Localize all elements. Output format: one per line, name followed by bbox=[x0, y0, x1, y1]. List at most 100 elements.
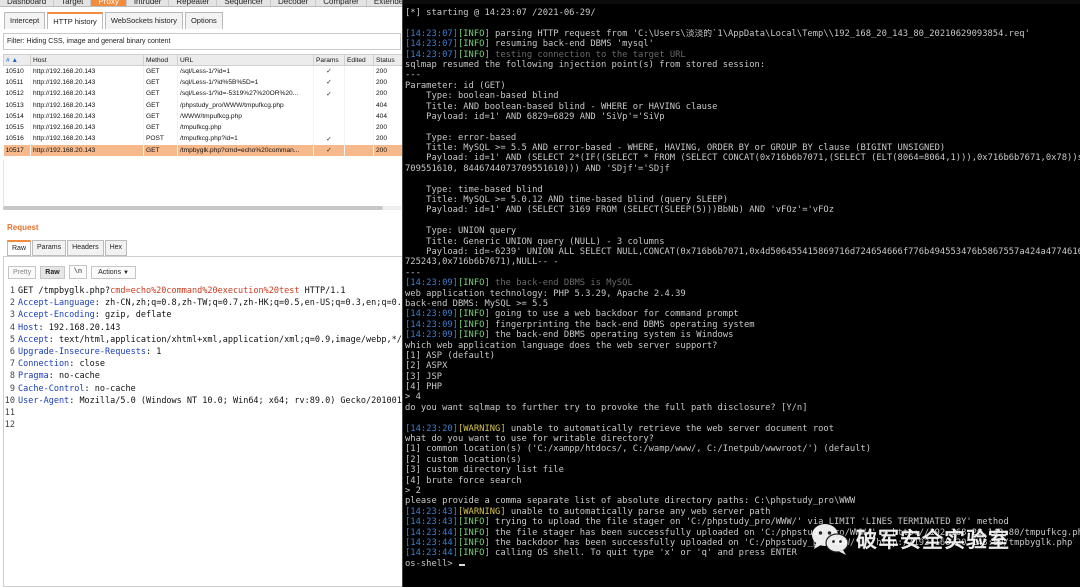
code-line: 8 Pragma: no-cache bbox=[4, 370, 402, 382]
table-row[interactable]: 10516 http://192.168.20.143 POST/tmpufkcg.… bbox=[3, 133, 402, 145]
log-text: Parameter: id (GET) bbox=[405, 80, 506, 91]
scrollbar-thumb[interactable] bbox=[3, 206, 383, 210]
column-header-edited[interactable]: Edited bbox=[344, 54, 374, 66]
newline-toggle-button[interactable]: \n bbox=[68, 265, 88, 279]
filter-bar[interactable]: Filter: Hiding CSS, image and general bi… bbox=[3, 33, 401, 50]
code-line: 9 Cache-Control: no-cache bbox=[4, 383, 402, 395]
request-tab-hex[interactable]: Hex bbox=[104, 240, 128, 256]
log-text: [1] ASP (default) bbox=[405, 350, 496, 361]
terminal-window[interactable]: [*] starting @ 14:23:07 /2021-06-29/ [14:… bbox=[403, 0, 1080, 587]
cell-url: /sql/Less-1/?id=1 bbox=[177, 65, 314, 77]
cell-url: /WWW/tmpufkcg.php bbox=[177, 110, 314, 122]
tab-http-history[interactable]: HTTP history bbox=[47, 12, 103, 29]
header-name: Accept bbox=[18, 334, 49, 345]
line-text: no-cache bbox=[94, 383, 136, 394]
log-text: do you want sqlmap to further try to pro… bbox=[405, 402, 808, 413]
log-text: Payload: id=1' AND (SELECT 2*(IF((SELECT… bbox=[405, 153, 1080, 164]
header-name: Accept-Encoding bbox=[18, 310, 95, 321]
log-text: Payload: id=1' AND (SELECT 3169 FROM (SE… bbox=[405, 205, 834, 216]
cell-method: GET bbox=[143, 88, 178, 100]
proxy-sub-tab-bar: Intercept HTTP history WebSockets history O… bbox=[4, 12, 225, 29]
terminal-line: [14:23:09][INFO] the back-end DBMS opera… bbox=[405, 330, 1080, 340]
table-row[interactable]: 10515 http://192.168.20.143 GET/tmpufkcg.p… bbox=[3, 121, 402, 134]
request-editor[interactable]: Pretty Raw \n Actions ▼ 1 GET /tmpbyglk.p… bbox=[3, 256, 402, 587]
request-panel-title: Request bbox=[7, 223, 39, 232]
tab-sequencer[interactable]: Sequencer bbox=[217, 0, 272, 6]
log-text: back-end DBMS: MySQL >= 5.5 bbox=[405, 298, 548, 309]
tab-dashboard[interactable]: Dashboard bbox=[0, 0, 55, 6]
line-number: 2 bbox=[9, 298, 15, 309]
table-row[interactable]: 10514 http://192.168.20.143 GET/WWW/tmpufk… bbox=[3, 110, 402, 122]
log-timestamp: [14:23:09] bbox=[405, 309, 458, 320]
actions-dropdown[interactable]: Actions ▼ bbox=[91, 265, 136, 279]
column-header-host[interactable]: Host bbox=[30, 54, 144, 66]
log-level: [INFO] bbox=[457, 548, 490, 559]
tab-decoder[interactable]: Decoder bbox=[271, 0, 317, 6]
pretty-button[interactable]: Pretty bbox=[8, 265, 37, 279]
line-number: 6 bbox=[9, 346, 15, 357]
column-header-url[interactable]: URL bbox=[177, 54, 314, 66]
line-number: 8 bbox=[9, 371, 15, 382]
cell-num: 10517 bbox=[3, 144, 31, 156]
tab-options[interactable]: Options bbox=[184, 12, 223, 29]
column-header-number[interactable]: # ▲ bbox=[3, 54, 31, 66]
cell-status: 200 bbox=[373, 88, 402, 100]
horizontal-scrollbar[interactable] bbox=[3, 206, 401, 210]
table-row[interactable]: 10517 http://192.168.20.143 GET/tmpbyglk.p… bbox=[3, 144, 402, 156]
log-level: [INFO] bbox=[457, 309, 490, 320]
tab-intercept[interactable]: Intercept bbox=[4, 12, 46, 29]
cell-host: http://192.168.20.143 bbox=[30, 76, 144, 89]
table-row[interactable]: 10513 http://192.168.20.143 GET/phpstudy_p… bbox=[3, 99, 402, 111]
tab-websockets-history[interactable]: WebSockets history bbox=[104, 12, 183, 29]
tab-extender[interactable]: Extender bbox=[367, 0, 402, 6]
code-line: 1 GET /tmpbyglk.php? cmd=echo%20command%20… bbox=[4, 285, 402, 297]
tab-repeater[interactable]: Repeater bbox=[169, 0, 218, 6]
terminal-cursor[interactable] bbox=[458, 563, 465, 566]
log-text: 709551610, 8446744073709551610))) AND 'S… bbox=[405, 163, 670, 174]
terminal-line: sqlmap resumed the following injection p… bbox=[405, 60, 1080, 70]
request-tab-params[interactable]: Params bbox=[32, 240, 67, 256]
cell-edited bbox=[344, 88, 374, 100]
code-line: 10 User-Agent: Mozilla/5.0 (Windows NT 10… bbox=[4, 395, 402, 407]
terminal-line: [14:23:07][INFO] resuming back-end DBMS … bbox=[405, 39, 1080, 49]
header-name: Host bbox=[18, 322, 39, 333]
terminal-line: web application technology: PHP 5.3.29, … bbox=[405, 289, 1080, 299]
line-number: 11 bbox=[4, 407, 15, 418]
cell-host: http://192.168.20.143 bbox=[30, 65, 144, 77]
code-line: 5 Accept: text/html,application/xhtml+xml… bbox=[4, 334, 402, 346]
terminal-line: [14:23:43][WARNING] unable to automatica… bbox=[405, 507, 1080, 517]
terminal-line: please provide a comma separate list of … bbox=[405, 496, 1080, 506]
request-code[interactable]: 1 GET /tmpbyglk.php? cmd=echo%20command%20… bbox=[4, 285, 402, 431]
request-tab-raw[interactable]: Raw bbox=[7, 240, 32, 256]
column-header-method[interactable]: Method bbox=[143, 54, 178, 66]
table-row[interactable]: 10511 http://192.168.20.143 GET/sql/Less-1… bbox=[3, 76, 402, 89]
log-level: [INFO] bbox=[457, 330, 490, 341]
column-header-status[interactable]: Status bbox=[373, 54, 402, 66]
cell-num: 10513 bbox=[3, 99, 31, 111]
line-text: 192.168.20.143 bbox=[48, 322, 121, 333]
cell-host: http://192.168.20.143 bbox=[30, 121, 144, 134]
raw-button[interactable]: Raw bbox=[40, 265, 65, 279]
column-header-params[interactable]: Params bbox=[313, 54, 345, 66]
header-separator: : bbox=[38, 322, 49, 333]
code-line: 3 Accept-Encoding: gzip, deflate bbox=[4, 309, 402, 321]
terminal-line: [14:23:09][INFO] fingerprinting the back… bbox=[405, 320, 1080, 330]
cell-status: 200 bbox=[373, 133, 402, 145]
request-tab-headers[interactable]: Headers bbox=[67, 240, 104, 256]
cell-edited bbox=[344, 144, 374, 156]
line-number: 5 bbox=[9, 334, 15, 345]
cell-method: GET bbox=[143, 110, 178, 122]
log-text: sqlmap resumed the following injection p… bbox=[405, 59, 766, 70]
table-row[interactable]: 10512 http://192.168.20.143 GET/sql/Less-1… bbox=[3, 88, 402, 100]
cell-edited bbox=[344, 110, 374, 122]
cell-status: 200 bbox=[373, 76, 402, 89]
terminal-line: [14:23:09][INFO] the back-end DBMS is My… bbox=[405, 278, 1080, 288]
tab-comparer[interactable]: Comparer bbox=[316, 0, 367, 6]
table-row[interactable]: 10510 http://192.168.20.143 GET/sql/Less-1… bbox=[3, 65, 402, 77]
terminal-line: Payload: id=-6239' UNION ALL SELECT NULL… bbox=[405, 247, 1080, 257]
line-text: no-cache bbox=[58, 371, 100, 382]
tab-intruder[interactable]: Intruder bbox=[127, 0, 170, 6]
tab-target[interactable]: Target bbox=[54, 0, 92, 6]
tab-proxy[interactable]: Proxy bbox=[91, 0, 127, 6]
actions-label: Actions bbox=[98, 268, 122, 276]
